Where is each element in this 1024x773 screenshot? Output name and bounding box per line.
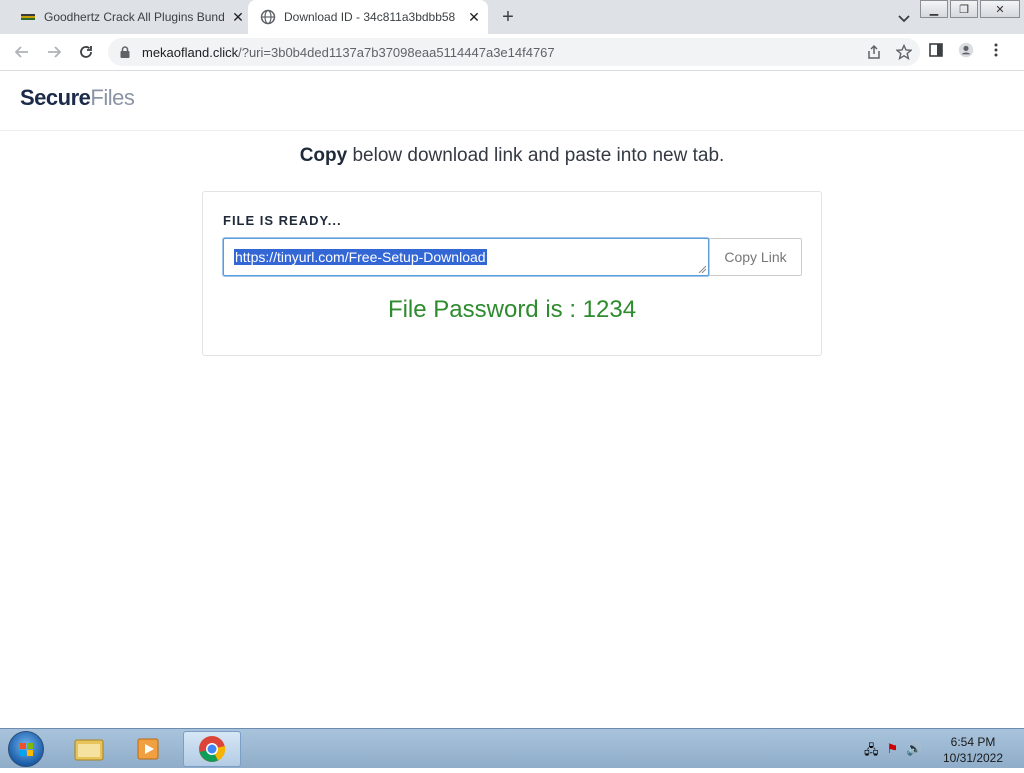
tab-download-id[interactable]: Download ID - 34c811a3bdbb58 ✕ xyxy=(248,0,488,34)
instruction-text: Copy below download link and paste into … xyxy=(0,145,1024,167)
share-icon[interactable] xyxy=(866,44,882,60)
logo-bold-text: Secure xyxy=(20,85,91,110)
selected-link-text: https://tinyurl.com/Free-Setup-Download xyxy=(234,249,487,265)
download-link-textarea[interactable]: https://tinyurl.com/Free-Setup-Download xyxy=(223,238,709,276)
bookmark-star-icon[interactable] xyxy=(896,44,912,60)
window-controls: ▁ ❐ ✕ xyxy=(920,0,1020,18)
windows-logo-icon xyxy=(20,743,33,756)
browser-toolbar: mekaofland.click/?uri=3b0b4ded1137a7b370… xyxy=(0,34,1024,71)
file-password-text: File Password is : 1234 xyxy=(387,296,637,323)
system-tray: 🖧 ⚑ 🔊 xyxy=(864,741,922,763)
logo-light-text: Files xyxy=(90,85,135,110)
back-arrow-icon[interactable] xyxy=(12,42,32,62)
start-button[interactable] xyxy=(8,731,44,767)
lock-icon[interactable] xyxy=(118,45,132,59)
tab-title: Download ID - 34c811a3bdbb58 xyxy=(284,10,456,24)
url-path: /?uri=3b0b4ded1137a7b37098eaa5114447a3e1… xyxy=(238,44,555,60)
tab-goodhertz[interactable]: Goodhertz Crack All Plugins Bundle ✕ xyxy=(8,0,248,34)
resize-handle-icon[interactable] xyxy=(698,265,706,273)
minimize-button[interactable]: ▁ xyxy=(920,0,948,18)
url-text: mekaofland.click/?uri=3b0b4ded1137a7b370… xyxy=(142,45,555,60)
tab-search-chevron-icon[interactable] xyxy=(896,10,912,26)
taskbar-chrome[interactable] xyxy=(183,731,241,767)
menu-kebab-icon[interactable] xyxy=(988,42,1004,58)
taskbar-media-player[interactable] xyxy=(120,731,178,767)
clock-date: 10/31/2022 xyxy=(942,751,1004,765)
instruction-bold: Copy xyxy=(299,145,348,166)
restore-button[interactable]: ❐ xyxy=(950,0,978,18)
address-bar[interactable]: mekaofland.click/?uri=3b0b4ded1137a7b370… xyxy=(108,38,920,66)
action-center-flag-icon[interactable]: ⚑ xyxy=(887,741,899,763)
securefiles-logo[interactable]: SecureFiles xyxy=(20,85,135,111)
copy-link-button[interactable]: Copy Link xyxy=(709,238,802,276)
windows-taskbar: 🖧 ⚑ 🔊 6:54 PM 10/31/2022 xyxy=(0,728,1024,768)
media-player-icon xyxy=(137,738,159,760)
taskbar-clock[interactable]: 6:54 PM 10/31/2022 xyxy=(936,734,1010,766)
close-tab-icon[interactable]: ✕ xyxy=(230,9,246,25)
tab-title: Goodhertz Crack All Plugins Bundle xyxy=(44,10,224,24)
close-tab-icon[interactable]: ✕ xyxy=(466,9,482,25)
url-host: mekaofland.click xyxy=(142,44,239,60)
reload-icon[interactable] xyxy=(76,42,96,62)
clock-time: 6:54 PM xyxy=(950,735,996,749)
volume-icon[interactable]: 🔊 xyxy=(906,741,922,763)
side-panel-icon[interactable] xyxy=(928,42,944,58)
instruction-rest: below download link and paste into new t… xyxy=(347,145,725,166)
file-ready-label: FILE IS READY... xyxy=(223,213,342,228)
site-header: SecureFiles xyxy=(0,72,1024,131)
toolbar-right-icons xyxy=(928,42,1004,58)
site-flag-favicon-icon xyxy=(21,14,35,20)
download-card: FILE IS READY... https://tinyurl.com/Fre… xyxy=(202,191,822,356)
taskbar-explorer[interactable] xyxy=(60,731,118,767)
network-icon[interactable]: 🖧 xyxy=(864,741,879,763)
profile-avatar-icon[interactable] xyxy=(958,42,974,58)
tab-strip: Goodhertz Crack All Plugins Bundle ✕ Dow… xyxy=(0,0,1024,34)
chrome-icon xyxy=(199,736,226,762)
forward-arrow-icon[interactable] xyxy=(44,42,64,62)
window-close-button[interactable]: ✕ xyxy=(980,0,1020,18)
folder-icon xyxy=(74,739,104,761)
new-tab-button[interactable]: + xyxy=(498,7,518,27)
globe-icon xyxy=(260,9,276,25)
